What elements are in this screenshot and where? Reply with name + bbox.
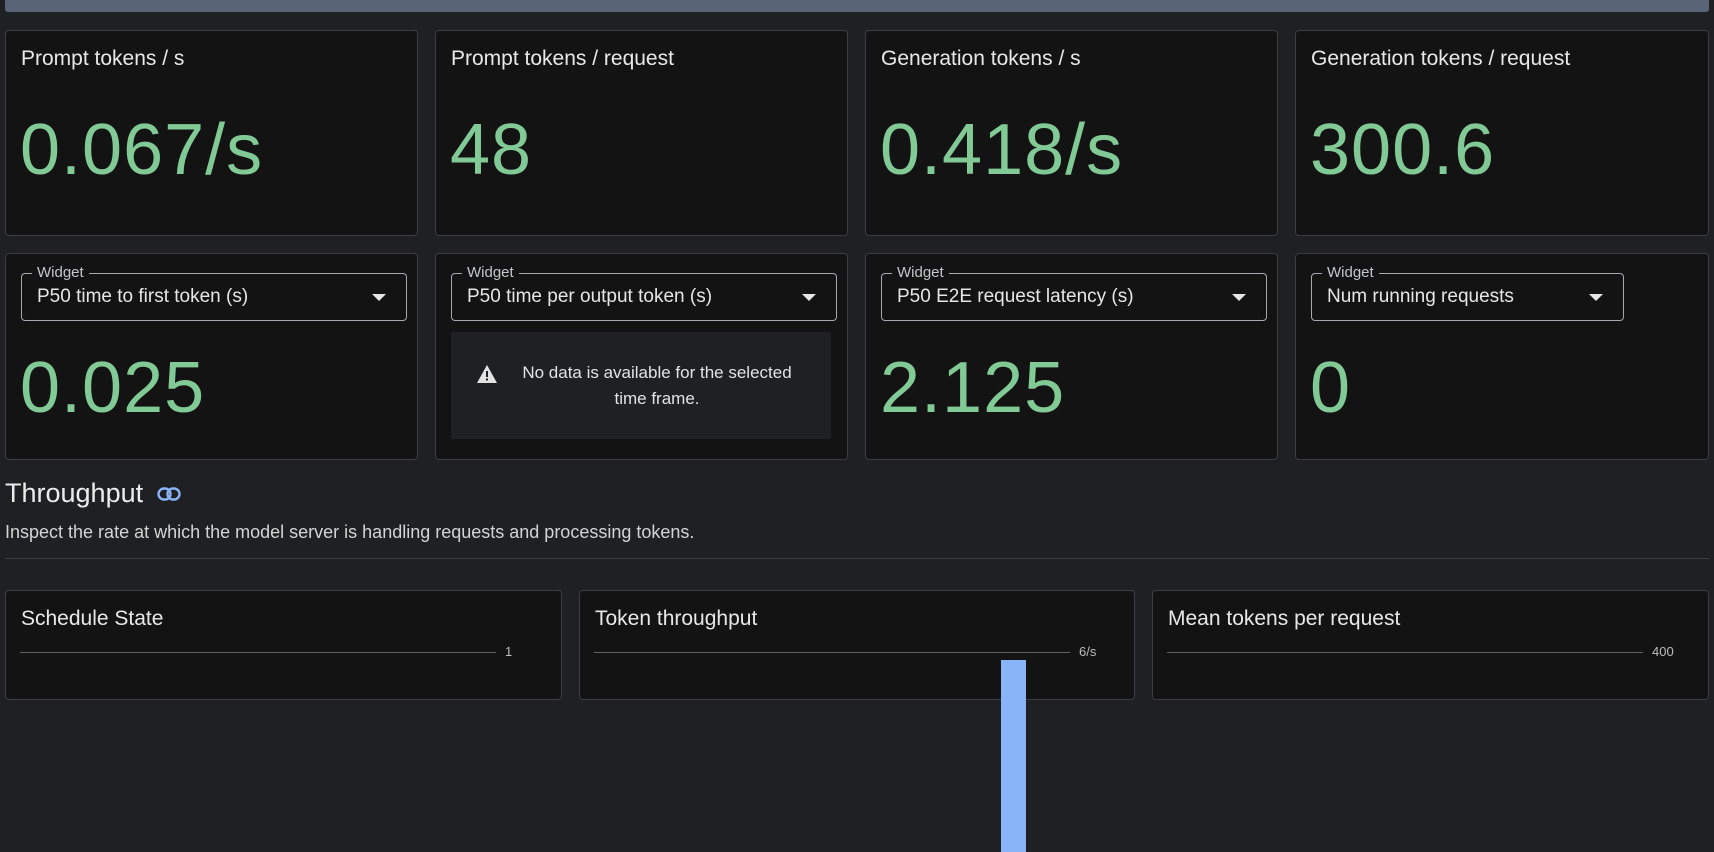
dropdown-arrow-icon [1589, 294, 1603, 301]
widget-label: Widget [32, 265, 89, 281]
no-data-message: No data is available for the selected ti… [451, 332, 831, 439]
dropdown-arrow-icon [802, 294, 816, 301]
section-header-throughput: Throughput [5, 478, 181, 509]
y-axis-tick: 1 [505, 644, 513, 659]
widget-card-tpot: Widget P50 time per output token (s) No … [435, 253, 848, 460]
section-description: Inspect the rate at which the model serv… [5, 522, 695, 542]
widget-card-running-requests: Widget Num running requests 0 [1295, 253, 1709, 460]
metric-value: 0 [1310, 348, 1352, 428]
metric-value: 0.025 [20, 348, 206, 428]
widget-selected-value: Num running requests [1327, 286, 1514, 307]
widget-label: Widget [462, 265, 519, 281]
card-title: Prompt tokens / s [21, 47, 185, 70]
chart-gridline [20, 652, 496, 653]
dropdown-arrow-icon [372, 294, 386, 301]
metric-card-generation-tokens-per-s: Generation tokens / s 0.418/s [865, 30, 1278, 236]
metric-value: 300.6 [1310, 110, 1496, 190]
widget-selected-value: P50 time per output token (s) [467, 286, 713, 307]
section-divider [5, 558, 1709, 559]
metric-card-prompt-tokens-per-s: Prompt tokens / s 0.067/s [5, 30, 418, 236]
y-axis-tick: 6/s [1079, 644, 1097, 659]
chart-card-mean-tokens-per-request: Mean tokens per request 400 [1152, 590, 1709, 700]
card-title: Generation tokens / s [881, 47, 1081, 70]
section-title: Throughput [5, 478, 144, 508]
chart-title: Schedule State [21, 607, 164, 630]
metric-card-generation-tokens-per-request: Generation tokens / request 300.6 [1295, 30, 1709, 236]
chart-title: Mean tokens per request [1168, 607, 1401, 630]
chart-gridline [594, 652, 1070, 653]
widget-selected-value: P50 time to first token (s) [37, 286, 249, 307]
widget-card-ttft: Widget P50 time to first token (s) 0.025 [5, 253, 418, 460]
chart-title: Token throughput [595, 607, 758, 630]
card-title: Generation tokens / request [1311, 47, 1571, 70]
metric-value: 2.125 [880, 348, 1066, 428]
metric-card-prompt-tokens-per-request: Prompt tokens / request 48 [435, 30, 848, 236]
top-bar [5, 0, 1709, 12]
widget-select[interactable]: Widget P50 time to first token (s) [21, 265, 407, 321]
widget-label: Widget [892, 265, 949, 281]
widget-select[interactable]: Widget P50 E2E request latency (s) [881, 265, 1267, 321]
chart-gridline [1167, 652, 1643, 653]
metric-value: 0.067/s [20, 110, 264, 190]
widget-label: Widget [1322, 265, 1379, 281]
metric-value: 48 [450, 110, 533, 190]
widget-select[interactable]: Widget P50 time per output token (s) [451, 265, 837, 321]
y-axis-tick: 400 [1652, 644, 1674, 659]
warning-icon [477, 364, 497, 383]
card-title: Prompt tokens / request [451, 47, 674, 70]
widget-card-e2e-latency: Widget P50 E2E request latency (s) 2.125 [865, 253, 1278, 460]
chart-card-schedule-state: Schedule State 1 [5, 590, 562, 700]
metric-value: 0.418/s [880, 110, 1124, 190]
dropdown-arrow-icon [1232, 294, 1246, 301]
chart-card-token-throughput: Token throughput 6/s [579, 590, 1135, 852]
chart-bar [1001, 660, 1026, 852]
widget-select[interactable]: Widget Num running requests [1311, 265, 1624, 321]
widget-selected-value: P50 E2E request latency (s) [897, 286, 1134, 307]
no-data-text: No data is available for the selected ti… [522, 362, 792, 408]
link-icon[interactable] [157, 486, 181, 501]
